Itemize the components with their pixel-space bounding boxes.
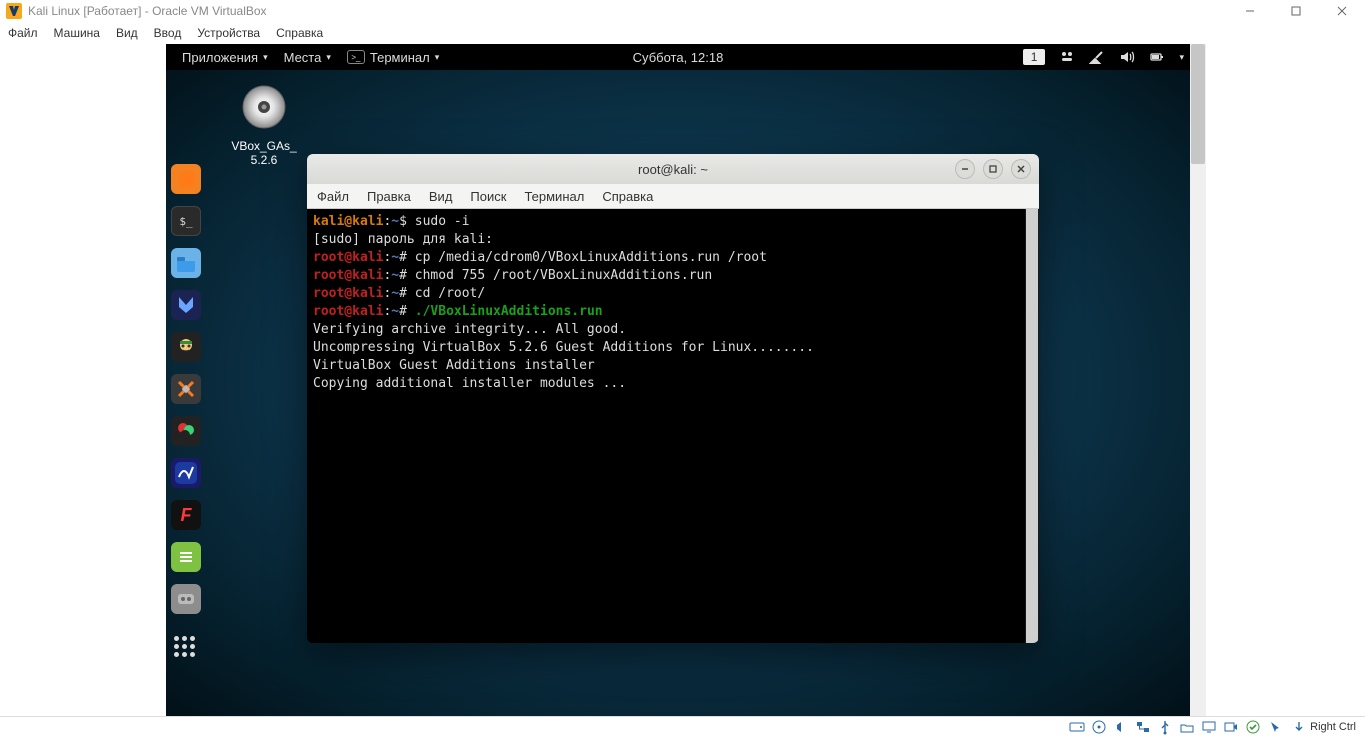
status-display-icon[interactable] [1201,719,1217,735]
host-window-titlebar: Kali Linux [Работает] - Oracle VM Virtua… [0,0,1365,22]
dock-app-terminal[interactable]: $_ [171,206,201,236]
dock-app-recorder[interactable] [171,584,201,614]
gnome-top-panel: Приложения ▾ Места ▾ >_ Терминал ▾ Суббота,… [166,44,1190,70]
status-network-icon[interactable] [1135,719,1151,735]
terminal-line: root@kali:~# cp /media/cdrom0/VBoxLinuxA… [313,249,1033,267]
virtualbox-status-bar: Right Ctrl [0,716,1365,736]
terminal-output[interactable]: kali@kali:~$ sudo -i[sudo] пароль для ka… [307,209,1039,643]
status-guest-additions-icon[interactable] [1245,719,1261,735]
host-menu-devices[interactable]: Устройства [197,26,260,40]
chevron-down-icon: ▾ [263,52,268,63]
chevron-down-icon: ▾ [326,52,331,63]
terminal-menu-view[interactable]: Вид [429,189,453,204]
dock-app-files[interactable] [171,248,201,278]
panel-places[interactable]: Места ▾ [276,44,339,70]
host-window-controls [1227,0,1365,22]
terminal-line: VirtualBox Guest Additions installer [313,357,1033,375]
dock-app-metasploit[interactable] [171,290,201,320]
terminal-window[interactable]: root@kali: ~ Файл Правка Вид Поиск Терми… [307,154,1039,643]
terminal-line: Copying additional installer modules ... [313,375,1033,393]
terminal-menu-terminal[interactable]: Терминал [524,189,584,204]
terminal-line: kali@kali:~$ sudo -i [313,213,1033,231]
panel-applications-label: Приложения [182,50,258,65]
panel-clock[interactable]: Суббота, 12:18 [625,44,732,70]
panel-applications[interactable]: Приложения ▾ [174,44,276,70]
dock-app-social-engineer[interactable] [171,332,201,362]
volume-icon[interactable] [1119,49,1135,65]
scrollbar-thumb[interactable] [1026,209,1038,643]
host-maximize-button[interactable] [1273,0,1319,22]
guest-desktop[interactable]: Приложения ▾ Места ▾ >_ Терминал ▾ Суббота,… [166,44,1190,716]
host-menu-view[interactable]: Вид [116,26,138,40]
chevron-down-icon[interactable]: ▾ [1179,52,1184,63]
host-menu-machine[interactable]: Машина [54,26,100,40]
terminal-icon: >_ [347,50,365,64]
terminal-menubar: Файл Правка Вид Поиск Терминал Справка [307,184,1039,209]
host-menu-input[interactable]: Ввод [154,26,182,40]
terminal-line: root@kali:~# cd /root/ [313,285,1033,303]
accessibility-icon[interactable] [1059,49,1075,65]
host-minimize-button[interactable] [1227,0,1273,22]
keyboard-key-icon [1292,720,1306,734]
terminal-line: Verifying archive integrity... All good. [313,321,1033,339]
dock-show-apps[interactable] [174,636,198,654]
panel-places-label: Места [284,50,322,65]
virtualbox-icon [6,3,22,19]
status-hard-disk-icon[interactable] [1069,719,1085,735]
status-shared-folders-icon[interactable] [1179,719,1195,735]
host-menu-help[interactable]: Справка [276,26,323,40]
host-content-scrollbar[interactable] [1190,44,1206,716]
host-menubar: Файл Машина Вид Ввод Устройства Справка [0,22,1365,44]
status-audio-icon[interactable] [1113,719,1129,735]
dock-app-cherrytree[interactable] [171,542,201,572]
terminal-menu-file[interactable]: Файл [317,189,349,204]
desktop-icon-label: VBox_GAs_5.2.6 [214,139,314,167]
terminal-scrollbar[interactable] [1025,209,1039,643]
guest-viewport: Приложения ▾ Места ▾ >_ Терминал ▾ Суббота,… [0,44,1365,716]
terminal-maximize-button[interactable] [983,159,1003,179]
status-host-key[interactable]: Right Ctrl [1289,719,1359,735]
terminal-title: root@kali: ~ [638,162,708,177]
terminal-close-button[interactable] [1011,159,1031,179]
terminal-menu-search[interactable]: Поиск [470,189,506,204]
terminal-line: Uncompressing VirtualBox 5.2.6 Guest Add… [313,339,1033,357]
dock-app-burpsuite[interactable] [171,374,201,404]
panel-terminal-label: Терминал [370,50,430,65]
terminal-minimize-button[interactable] [955,159,975,179]
desktop-icon-vbox-ga-disc[interactable]: VBox_GAs_5.2.6 [214,84,314,167]
status-host-key-label: Right Ctrl [1310,721,1356,733]
status-mouse-integration-icon[interactable] [1267,719,1283,735]
terminal-menu-edit[interactable]: Правка [367,189,411,204]
terminal-line: [sudo] пароль для kali: [313,231,1033,249]
dock-app-faraday[interactable]: F [171,500,201,530]
disc-icon [241,84,287,130]
terminal-menu-help[interactable]: Справка [602,189,653,204]
brush-icon[interactable] [1089,49,1105,65]
host-window-title: Kali Linux [Работает] - Oracle VM Virtua… [28,4,267,18]
status-optical-disk-icon[interactable] [1091,719,1107,735]
battery-icon[interactable] [1149,49,1165,65]
dock-app-wireshark[interactable] [171,458,201,488]
panel-active-terminal[interactable]: >_ Терминал ▾ [339,44,447,70]
terminal-line: root@kali:~# chmod 755 /root/VBoxLinuxAd… [313,267,1033,285]
status-recording-icon[interactable] [1223,719,1239,735]
terminal-titlebar[interactable]: root@kali: ~ [307,154,1039,184]
dock-app-firefox[interactable] [171,164,201,194]
dock: $_ F [166,164,206,654]
host-close-button[interactable] [1319,0,1365,22]
terminal-line: root@kali:~# ./VBoxLinuxAdditions.run [313,303,1033,321]
dock-app-generic[interactable] [171,416,201,446]
workspace-indicator[interactable]: 1 [1023,49,1046,65]
scrollbar-thumb[interactable] [1191,44,1205,164]
host-menu-file[interactable]: Файл [8,26,38,40]
status-usb-icon[interactable] [1157,719,1173,735]
chevron-down-icon: ▾ [435,52,440,63]
